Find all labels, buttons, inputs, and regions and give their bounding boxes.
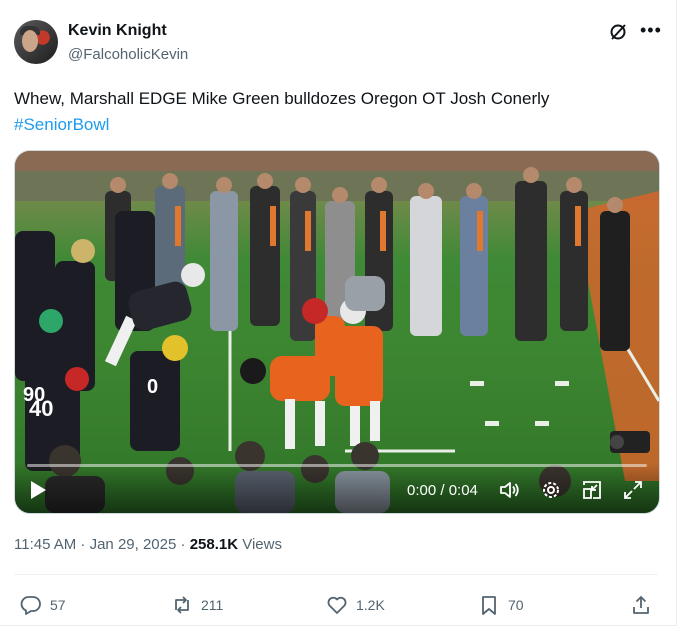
repost-count: 211 — [201, 597, 224, 613]
play-icon[interactable] — [29, 480, 47, 500]
views-label: Views — [242, 536, 282, 553]
tweet-body: Whew, Marshall EDGE Mike Green bulldozes… — [14, 89, 550, 108]
author-handle[interactable]: @FalcoholicKevin — [68, 46, 188, 63]
share-icon — [633, 596, 649, 614]
views-count: 258.1K — [189, 536, 239, 553]
avatar-face — [22, 30, 38, 52]
jersey-number-0: 0 — [147, 376, 158, 398]
avatar[interactable] — [14, 20, 58, 64]
like-count: 1.2K — [356, 597, 385, 613]
repost-icon — [175, 596, 189, 614]
reply-icon — [20, 596, 41, 615]
bookmark-count: 70 — [508, 597, 524, 613]
meta-separator: · — [176, 536, 190, 553]
repost-button[interactable]: 211 — [171, 590, 223, 620]
reply-button[interactable]: 57 — [20, 590, 66, 620]
volume-icon[interactable] — [498, 479, 520, 501]
bookmark-button[interactable]: 70 — [478, 590, 524, 620]
like-button[interactable]: 1.2K — [326, 590, 385, 620]
action-bar: 57 211 1.2K 70 — [14, 590, 658, 620]
share-button[interactable] — [630, 590, 660, 620]
settings-icon[interactable] — [540, 479, 562, 501]
video-time: 0:00 / 0:04 — [407, 482, 478, 499]
reply-count: 57 — [50, 597, 66, 613]
video-frame: 90 40 0 — [15, 151, 659, 513]
like-icon — [327, 596, 347, 614]
tweet-text: Whew, Marshall EDGE Mike Green bulldozes… — [14, 86, 654, 138]
divider — [14, 574, 658, 575]
timestamp[interactable]: 11:45 AM · Jan 29, 2025 — [14, 536, 176, 553]
jersey-number-40: 40 — [29, 396, 53, 421]
tweet-meta: 11:45 AM · Jan 29, 2025 · 258.1K Views — [14, 536, 282, 553]
video-player[interactable]: 90 40 0 0:00 / 0:04 — [14, 150, 660, 514]
video-progress-bar[interactable] — [27, 464, 647, 467]
fullscreen-icon[interactable] — [622, 479, 644, 501]
bookmark-icon — [482, 596, 496, 615]
author-name[interactable]: Kevin Knight — [68, 22, 167, 40]
more-icon[interactable]: ••• — [640, 20, 661, 40]
picture-in-picture-icon[interactable] — [581, 479, 603, 501]
grok-icon[interactable] — [608, 22, 628, 42]
hashtag-link[interactable]: #SeniorBowl — [14, 115, 109, 134]
video-controls — [15, 463, 659, 513]
